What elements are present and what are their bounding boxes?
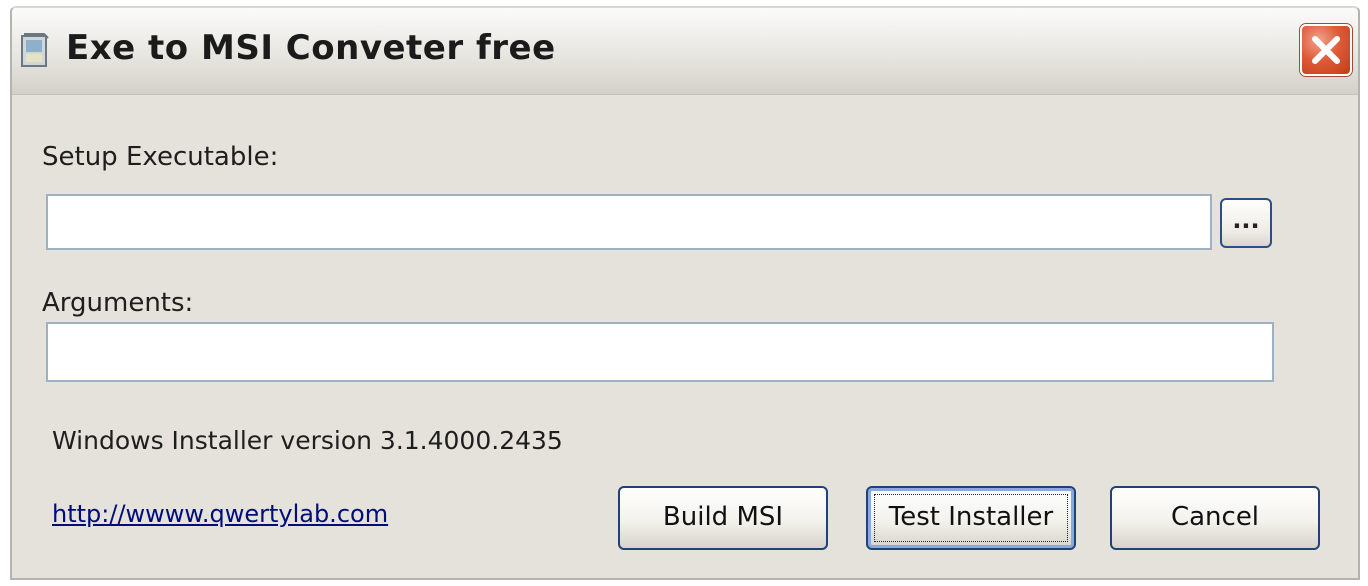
build-msi-label: Build MSI <box>662 502 784 532</box>
installer-version-text: Windows Installer version 3.1.4000.2435 <box>52 426 563 455</box>
arguments-input[interactable] <box>46 322 1274 382</box>
installer-box-icon <box>20 32 50 70</box>
main-window: Exe to MSI Conveter free Setup Executabl… <box>10 6 1360 580</box>
cancel-label: Cancel <box>1170 502 1260 532</box>
arguments-label: Arguments: <box>42 288 194 318</box>
setup-executable-label: Setup Executable: <box>42 142 279 172</box>
close-x-icon <box>1312 36 1340 64</box>
title-bar[interactable]: Exe to MSI Conveter free <box>12 8 1358 95</box>
cancel-button[interactable]: Cancel <box>1110 486 1320 550</box>
setup-executable-input[interactable] <box>46 194 1212 250</box>
focus-indicator <box>874 494 1068 542</box>
browse-button[interactable]: ... <box>1220 198 1272 248</box>
test-installer-button[interactable]: Test Installer <box>866 486 1076 550</box>
website-link[interactable]: http://wwww.qwertylab.com <box>52 500 388 528</box>
window-title: Exe to MSI Conveter free <box>66 28 556 68</box>
close-button[interactable] <box>1300 24 1352 76</box>
build-msi-button[interactable]: Build MSI <box>618 486 828 550</box>
